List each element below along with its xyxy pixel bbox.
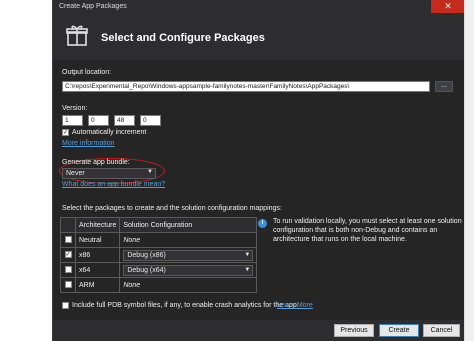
configuration-cell: Debug (x64) ▼ [119,262,258,278]
version-label: Version: [62,105,88,112]
auto-increment-checkbox[interactable]: ✓ [62,129,69,136]
close-button[interactable]: ✕ [431,0,465,13]
cancel-button[interactable]: Cancel [423,324,460,337]
dialog-header: Select and Configure Packages [53,13,465,60]
output-location-field[interactable]: C:\repos\Experimental_Repo\Windows-appsa… [62,81,430,92]
configuration-cell: Debug (x86) ▼ [119,247,258,263]
configuration-cell: None [119,277,258,293]
generate-bundle-value: Never [66,170,85,177]
row-checkbox-x64[interactable] [64,266,72,274]
row-select-cell [60,262,76,278]
output-location-label: Output location: [62,69,112,76]
create-button[interactable]: Create [379,324,419,337]
table-row: ✓ x86 Debug (x86) ▼ [60,247,258,263]
select-column-header [60,217,76,233]
configuration-dropdown-x64[interactable]: Debug (x64) ▼ [123,264,254,276]
close-icon: ✕ [444,1,452,11]
generate-bundle-dropdown[interactable]: Never ▼ [62,168,156,179]
architecture-cell: x64 [74,262,121,278]
browse-button[interactable]: ... [435,81,453,92]
configuration-value: Debug (x64) [127,266,166,274]
learn-more-link[interactable]: Learn More [277,302,313,309]
table-header-row: Architecture Solution Configuration [60,217,258,233]
dialog-footer: Previous Create Cancel [53,320,465,341]
row-select-cell [60,232,76,248]
create-app-packages-dialog: Create App Packages ✕ Select and Configu… [52,0,465,341]
row-checkbox-neutral[interactable] [64,236,72,244]
configuration-cell: None [119,232,258,248]
architecture-column-header: Architecture [74,217,121,233]
window-title: Create App Packages [59,3,127,10]
table-row: x64 Debug (x64) ▼ [60,262,258,278]
version-build-field[interactable]: 48 [114,115,135,126]
chevron-down-icon: ▼ [244,266,251,273]
auto-increment-label: Automatically increment [72,129,147,136]
version-major-field[interactable]: 1 [62,115,83,126]
info-icon: i [258,219,267,228]
row-checkbox-x86[interactable]: ✓ [64,251,72,259]
table-row: ARM None [60,277,258,293]
more-information-link[interactable]: More information [62,140,115,147]
chevron-down-icon: ▼ [244,251,251,258]
architecture-cell: Neutral [74,232,121,248]
generate-bundle-label: Generate app bundle: [62,159,130,166]
chevron-down-icon: ▼ [147,169,153,175]
version-revision-field[interactable]: 0 [140,115,161,126]
dialog-body: Output location: C:\repos\Experimental_R… [53,60,465,320]
configuration-column-header: Solution Configuration [119,217,258,233]
configuration-mapping-table: Architecture Solution Configuration Neut… [60,217,258,293]
row-select-cell [60,277,76,293]
table-row: Neutral None [60,232,258,248]
architecture-cell: ARM [74,277,121,293]
app-bundle-help-link[interactable]: What does an app bundle mean? [62,181,165,188]
page-scrollbar[interactable] [464,0,474,341]
previous-button[interactable]: Previous [334,324,374,337]
row-checkbox-arm[interactable] [64,281,72,289]
version-minor-field[interactable]: 0 [88,115,109,126]
architecture-cell: x86 [74,247,121,263]
row-select-cell: ✓ [60,247,76,263]
configuration-value: Debug (x86) [127,251,166,259]
page-title: Select and Configure Packages [101,32,265,44]
package-icon [66,25,88,46]
include-pdb-checkbox[interactable] [62,302,69,309]
mappings-instruction: Select the packages to create and the so… [62,205,282,212]
title-bar: Create App Packages ✕ [53,0,465,13]
include-pdb-label: Include full PDB symbol files, if any, t… [72,302,299,309]
configuration-dropdown-x86[interactable]: Debug (x86) ▼ [123,249,254,261]
validation-info-text: To run validation locally, you must sele… [273,218,462,243]
